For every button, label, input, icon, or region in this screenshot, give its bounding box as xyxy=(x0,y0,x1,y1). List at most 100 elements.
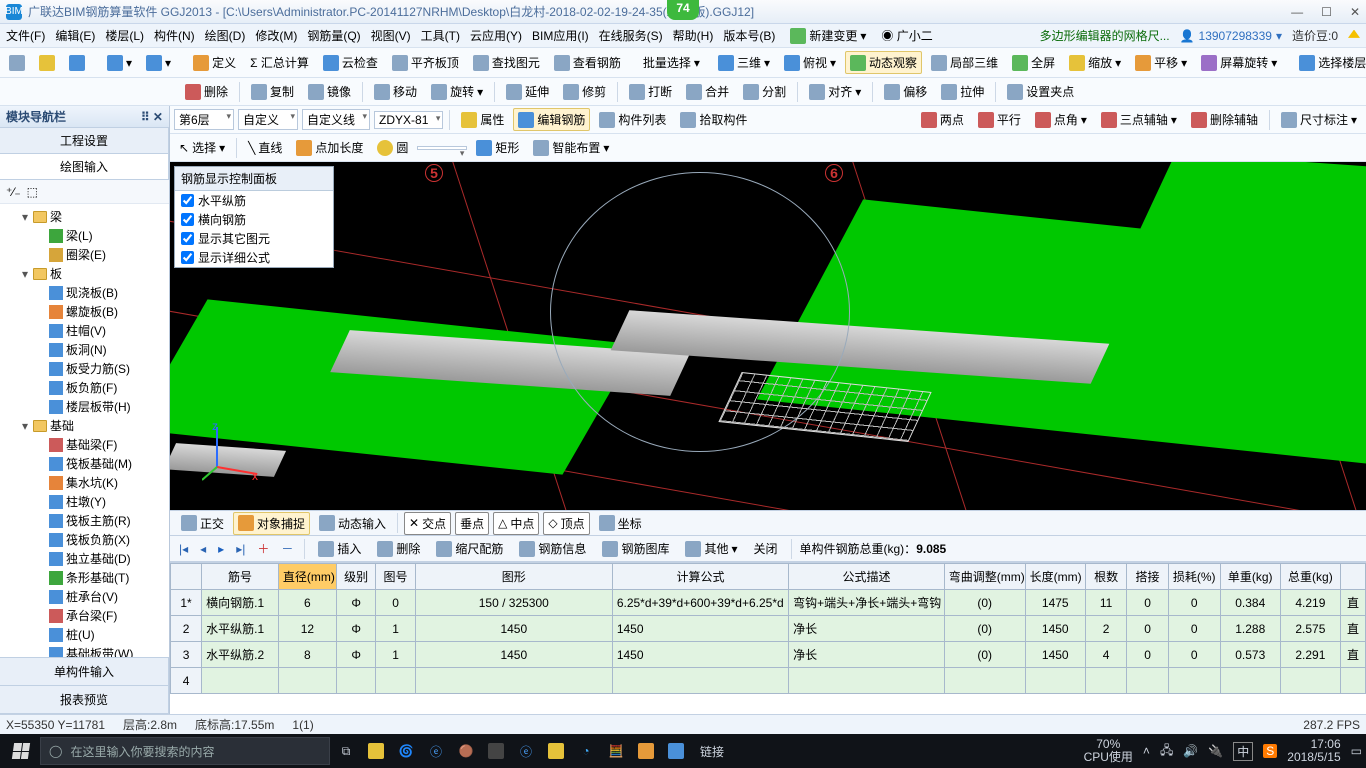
rebar-table-wrap[interactable]: 筋号直径(mm)级别图号图形计算公式公式描述弯曲调整(mm)长度(mm)根数搭接… xyxy=(170,562,1366,714)
snap-perpendicular[interactable]: 垂点 xyxy=(455,512,489,535)
merge-button[interactable]: 合并 xyxy=(681,80,734,103)
tray-ime-icon[interactable]: 中 xyxy=(1233,742,1253,761)
open-button[interactable] xyxy=(34,52,60,74)
rebar-table[interactable]: 筋号直径(mm)级别图号图形计算公式公式描述弯曲调整(mm)长度(mm)根数搭接… xyxy=(170,563,1366,694)
mirror-button[interactable]: 镜像 xyxy=(303,80,356,103)
new-change-button[interactable]: 新建变更 ▾ xyxy=(785,24,871,47)
opt-show-formula[interactable]: 显示详细公式 xyxy=(175,248,333,267)
component-list-button[interactable]: 构件列表 xyxy=(594,108,671,131)
opt-show-others[interactable]: 显示其它图元 xyxy=(175,229,333,248)
sum-calc-button[interactable]: Σ 汇总计算 xyxy=(245,51,314,74)
define-button[interactable]: 定义 xyxy=(188,51,241,74)
maximize-icon[interactable]: ☐ xyxy=(1321,5,1332,19)
tree-node[interactable]: 独立基础(D) xyxy=(2,549,167,568)
tree-node[interactable]: 圈梁(E) xyxy=(2,245,167,264)
menu-cloud[interactable]: 云应用(Y) xyxy=(470,27,522,44)
rect-tool[interactable]: 矩形 xyxy=(471,136,524,159)
delete-button[interactable]: 删除 xyxy=(180,80,233,103)
tab-report-preview[interactable]: 报表预览 xyxy=(0,686,169,713)
start-button[interactable] xyxy=(4,737,38,765)
tray-sogou-icon[interactable]: S xyxy=(1263,744,1277,758)
snap-coord[interactable]: 坐标 xyxy=(594,512,647,535)
expand-icon[interactable]: ⁺⁄₋ xyxy=(6,185,21,199)
table-row[interactable]: 3水平纵筋.28Φ114501450净长(0)14504000.5732.291… xyxy=(171,642,1366,668)
top-view-button[interactable]: 俯视 ▾ xyxy=(779,51,841,74)
redo-button[interactable]: ▾ xyxy=(141,52,176,74)
windows-taskbar[interactable]: ◯ 在这里输入你要搜索的内容 ⧉ 🌀 ⓔ 🟤 ⓔ ◔ 🧮 链接 70%CPU使用… xyxy=(0,734,1366,768)
nav-last[interactable]: ▸| xyxy=(233,542,248,556)
tree-node[interactable]: 集水坑(K) xyxy=(2,473,167,492)
screen-rotate-button[interactable]: 屏幕旋转 ▾ xyxy=(1196,51,1282,74)
rebar-display-panel[interactable]: 钢筋显示控制面板 水平纵筋 横向钢筋 显示其它图元 显示详细公式 xyxy=(174,166,334,268)
menu-view[interactable]: 视图(V) xyxy=(371,27,411,44)
col-header[interactable]: 搭接 xyxy=(1127,564,1168,590)
task-app-6[interactable]: 🧮 xyxy=(602,737,630,765)
extend-button[interactable]: 延伸 xyxy=(501,80,554,103)
fullscreen-button[interactable]: 全屏 xyxy=(1007,51,1060,74)
other-button[interactable]: 其他 ▾ xyxy=(680,537,742,560)
tab-project-settings[interactable]: 工程设置 xyxy=(0,128,169,153)
menu-online[interactable]: 在线服务(S) xyxy=(599,27,663,44)
nav-prev[interactable]: ◂ xyxy=(197,542,209,556)
minimize-icon[interactable]: ― xyxy=(1291,5,1303,19)
osnap-toggle[interactable]: 对象捕捉 xyxy=(233,512,310,535)
task-explorer[interactable] xyxy=(542,737,570,765)
select-floor-button[interactable]: 选择楼层 xyxy=(1294,51,1366,74)
zoom-button[interactable]: 缩放 ▾ xyxy=(1064,51,1126,74)
smart-layout-tool[interactable]: 智能布置 ▾ xyxy=(528,136,614,159)
tree-node[interactable]: 筏板主筋(R) xyxy=(2,511,167,530)
set-grip-button[interactable]: 设置夹点 xyxy=(1002,80,1079,103)
col-header[interactable]: 总重(kg) xyxy=(1280,564,1340,590)
col-header[interactable]: 计算公式 xyxy=(612,564,788,590)
menu-version[interactable]: 版本号(B) xyxy=(723,27,775,44)
tree-node[interactable]: 现浇板(B) xyxy=(2,283,167,302)
dynamic-input-toggle[interactable]: 动态输入 xyxy=(314,512,391,535)
table-row[interactable]: 2水平纵筋.112Φ114501450净长(0)14502001.2882.57… xyxy=(171,616,1366,642)
tree-node[interactable]: 承台梁(F) xyxy=(2,606,167,625)
flat-top-button[interactable]: 平齐板顶 xyxy=(387,51,464,74)
save-button[interactable] xyxy=(64,52,90,74)
col-header[interactable]: 公式描述 xyxy=(789,564,945,590)
copy-button[interactable]: 复制 xyxy=(246,80,299,103)
tree-node[interactable]: 板受力筋(S) xyxy=(2,359,167,378)
edit-rebar-button[interactable]: 编辑钢筋 xyxy=(513,108,590,131)
tree-node[interactable]: 楼层板带(H) xyxy=(2,397,167,416)
snap-apex[interactable]: ◇ 顶点 xyxy=(543,512,589,535)
two-point-button[interactable]: 两点 xyxy=(916,108,969,131)
menu-rebar[interactable]: 钢筋量(Q) xyxy=(307,27,360,44)
task-app-4[interactable] xyxy=(482,737,510,765)
delete-row-button[interactable]: 删除 xyxy=(372,537,425,560)
task-app-1[interactable] xyxy=(362,737,390,765)
tray-battery-icon[interactable]: 🔌 xyxy=(1208,744,1223,758)
table-row[interactable]: 1*横向钢筋.16Φ0150 / 3253006.25*d+39*d+600+3… xyxy=(171,590,1366,616)
insert-row-button[interactable]: 插入 xyxy=(313,537,366,560)
offset-button[interactable]: 偏移 xyxy=(879,80,932,103)
view-rebar-button[interactable]: 查看钢筋 xyxy=(549,51,626,74)
point-add-length-tool[interactable]: 点加长度 xyxy=(291,136,368,159)
tree-node[interactable]: ▾基础 xyxy=(2,416,167,435)
local-3d-button[interactable]: 局部三维 xyxy=(926,51,1003,74)
task-edge[interactable]: ⓔ xyxy=(422,737,450,765)
col-header[interactable]: 根数 xyxy=(1085,564,1126,590)
nav-next[interactable]: ▸ xyxy=(215,542,227,556)
close-icon[interactable]: ✕ xyxy=(1350,5,1360,19)
task-app-3[interactable]: 🟤 xyxy=(452,737,480,765)
tree-node[interactable]: ▾梁 xyxy=(2,207,167,226)
tray-network-icon[interactable]: 🖧 xyxy=(1160,741,1173,762)
col-header[interactable]: 图号 xyxy=(376,564,415,590)
col-header[interactable]: 损耗(%) xyxy=(1168,564,1220,590)
nav-first[interactable]: |◂ xyxy=(176,542,191,556)
new-button[interactable] xyxy=(4,52,30,74)
stretch-button[interactable]: 拉伸 xyxy=(936,80,989,103)
menu-modify[interactable]: 修改(M) xyxy=(255,27,297,44)
menu-bim[interactable]: BIM应用(I) xyxy=(532,27,589,44)
rebar-info-button[interactable]: 钢筋信息 xyxy=(514,537,591,560)
rotate-button[interactable]: 旋转 ▾ xyxy=(426,80,488,103)
menu-help[interactable]: 帮助(H) xyxy=(673,27,714,44)
tree-node[interactable]: 条形基础(T) xyxy=(2,568,167,587)
menu-tools[interactable]: 工具(T) xyxy=(421,27,460,44)
tree-node[interactable]: 基础梁(F) xyxy=(2,435,167,454)
three-point-aux-button[interactable]: 三点辅轴 ▾ xyxy=(1096,108,1182,131)
split-button[interactable]: 分割 xyxy=(738,80,791,103)
tray-volume-icon[interactable]: 🔊 xyxy=(1183,744,1198,758)
